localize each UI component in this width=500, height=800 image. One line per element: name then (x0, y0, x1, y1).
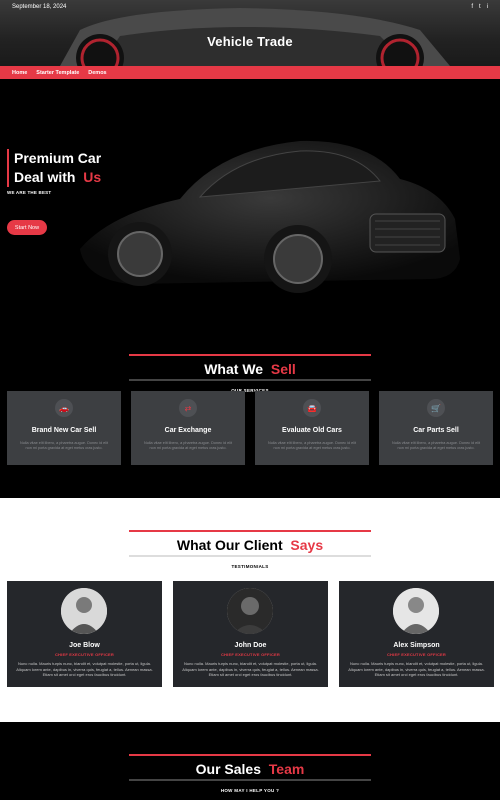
team-title: Our Sales Team (129, 756, 371, 779)
site-title[interactable]: Vehicle Trade (0, 34, 500, 49)
site-header: September 18, 2024 f t i Vehicle Trade (0, 0, 500, 66)
testimonial-card: John Doe CHIEF EXECUTIVE OFFICER Nunc nu… (173, 581, 328, 687)
service-card-title: Car Parts Sell (413, 427, 459, 434)
avatar (61, 588, 107, 634)
hero-title-accent: Us (83, 169, 102, 185)
hero-text-block: Premium Car Deal with Us WE ARE THE BEST (7, 149, 101, 195)
top-bar: September 18, 2024 f t i (0, 0, 500, 14)
instagram-icon[interactable]: i (487, 4, 488, 10)
testimonial-text: Nunc nulla. Mauris turpis nunc, blandit … (348, 661, 485, 677)
testimonials-heading: What Our Client Says TESTIMONIALS (129, 530, 371, 569)
team-subtitle: HOW MAY I HELP YOU ? (220, 788, 280, 793)
service-card-title: Brand New Car Sell (31, 427, 97, 434)
avatar (393, 588, 439, 634)
testimonial-text: Nunc nulla. Mauris turpis nunc, blandit … (182, 661, 319, 677)
hero-title-line1: Premium Car (14, 150, 102, 166)
service-card[interactable]: 🛒 Car Parts Sell Nulla vitae elit libero… (379, 391, 493, 465)
testimonial-card: Joe Blow CHIEF EXECUTIVE OFFICER Nunc nu… (7, 581, 162, 687)
team-title-accent: Team (268, 761, 305, 777)
testimonials-section: What Our Client Says TESTIMONIALS Joe Bl… (0, 498, 500, 722)
hero-title-line2: Deal with Us (14, 168, 101, 187)
nav-item-home[interactable]: Home (12, 70, 27, 76)
hero-title-line2-text: Deal with (14, 169, 76, 185)
service-card-desc: Nulla vitae elit libero, a pharetra augu… (19, 441, 108, 450)
main-nav: Home Starter Template Demos (0, 66, 500, 79)
service-card-desc: Nulla vitae elit libero, a pharetra augu… (143, 441, 232, 450)
service-card[interactable]: 🚗 Brand New Car Sell Nulla vitae elit li… (7, 391, 121, 465)
service-card-title: Evaluate Old Cars (282, 427, 342, 434)
testimonial-role: CHIEF EXECUTIVE OFFICER (386, 652, 447, 657)
car-front-icon: 🚘 (303, 399, 321, 417)
hero-section: Premium Car Deal with Us WE ARE THE BEST… (0, 79, 500, 331)
hero-title: Premium Car Deal with Us (7, 149, 101, 187)
avatar (227, 588, 273, 634)
services-heading: What We Sell OUR SERVICES (129, 354, 371, 393)
heading-divider-bottom (129, 779, 371, 781)
testimonials-title-accent: Says (290, 537, 324, 553)
testimonials-title: What Our Client Says (129, 532, 371, 555)
facebook-icon[interactable]: f (471, 4, 473, 10)
exchange-icon: ⇄ (179, 399, 197, 417)
service-card-title: Car Exchange (164, 427, 212, 434)
services-section: What We Sell OUR SERVICES 🚗 Brand New Ca… (0, 331, 500, 498)
team-heading: Our Sales Team HOW MAY I HELP YOU ? (129, 754, 371, 793)
testimonial-name: John Doe (234, 642, 267, 649)
services-title-text: What We (204, 361, 264, 377)
service-cards: 🚗 Brand New Car Sell Nulla vitae elit li… (7, 391, 493, 465)
service-card-desc: Nulla vitae elit libero, a pharetra augu… (391, 441, 480, 450)
testimonial-name: Alex Simpson (393, 642, 440, 649)
testimonial-card: Alex Simpson CHIEF EXECUTIVE OFFICER Nun… (339, 581, 494, 687)
service-card[interactable]: 🚘 Evaluate Old Cars Nulla vitae elit lib… (255, 391, 369, 465)
service-card[interactable]: ⇄ Car Exchange Nulla vitae elit libero, … (131, 391, 245, 465)
car-icon: 🚗 (55, 399, 73, 417)
twitter-icon[interactable]: t (479, 4, 481, 10)
hero-car-image (80, 140, 460, 293)
nav-item-demos[interactable]: Demos (88, 70, 106, 76)
testimonial-role: CHIEF EXECUTIVE OFFICER (220, 652, 281, 657)
team-section: Our Sales Team HOW MAY I HELP YOU ? (0, 722, 500, 800)
hero-subtitle: WE ARE THE BEST (7, 190, 52, 195)
team-title-text: Our Sales (195, 761, 262, 777)
testimonials-subtitle: TESTIMONIALS (231, 564, 269, 569)
heading-divider-bottom (129, 555, 371, 557)
testimonial-cards: Joe Blow CHIEF EXECUTIVE OFFICER Nunc nu… (7, 581, 494, 687)
start-now-button[interactable]: Start Now (7, 220, 47, 235)
testimonial-text: Nunc nulla. Mauris turpis nunc, blandit … (16, 661, 153, 677)
services-title-accent: Sell (270, 361, 296, 377)
testimonials-title-text: What Our Client (176, 537, 283, 553)
date-text: September 18, 2024 (12, 4, 67, 10)
testimonial-role: CHIEF EXECUTIVE OFFICER (54, 652, 115, 657)
nav-item-starter-template[interactable]: Starter Template (36, 70, 79, 76)
cart-icon: 🛒 (427, 399, 445, 417)
social-links: f t i (471, 4, 488, 10)
testimonial-name: Joe Blow (69, 642, 100, 649)
service-card-desc: Nulla vitae elit libero, a pharetra augu… (267, 441, 356, 450)
services-title: What We Sell (129, 356, 371, 379)
heading-divider-bottom (129, 379, 371, 381)
